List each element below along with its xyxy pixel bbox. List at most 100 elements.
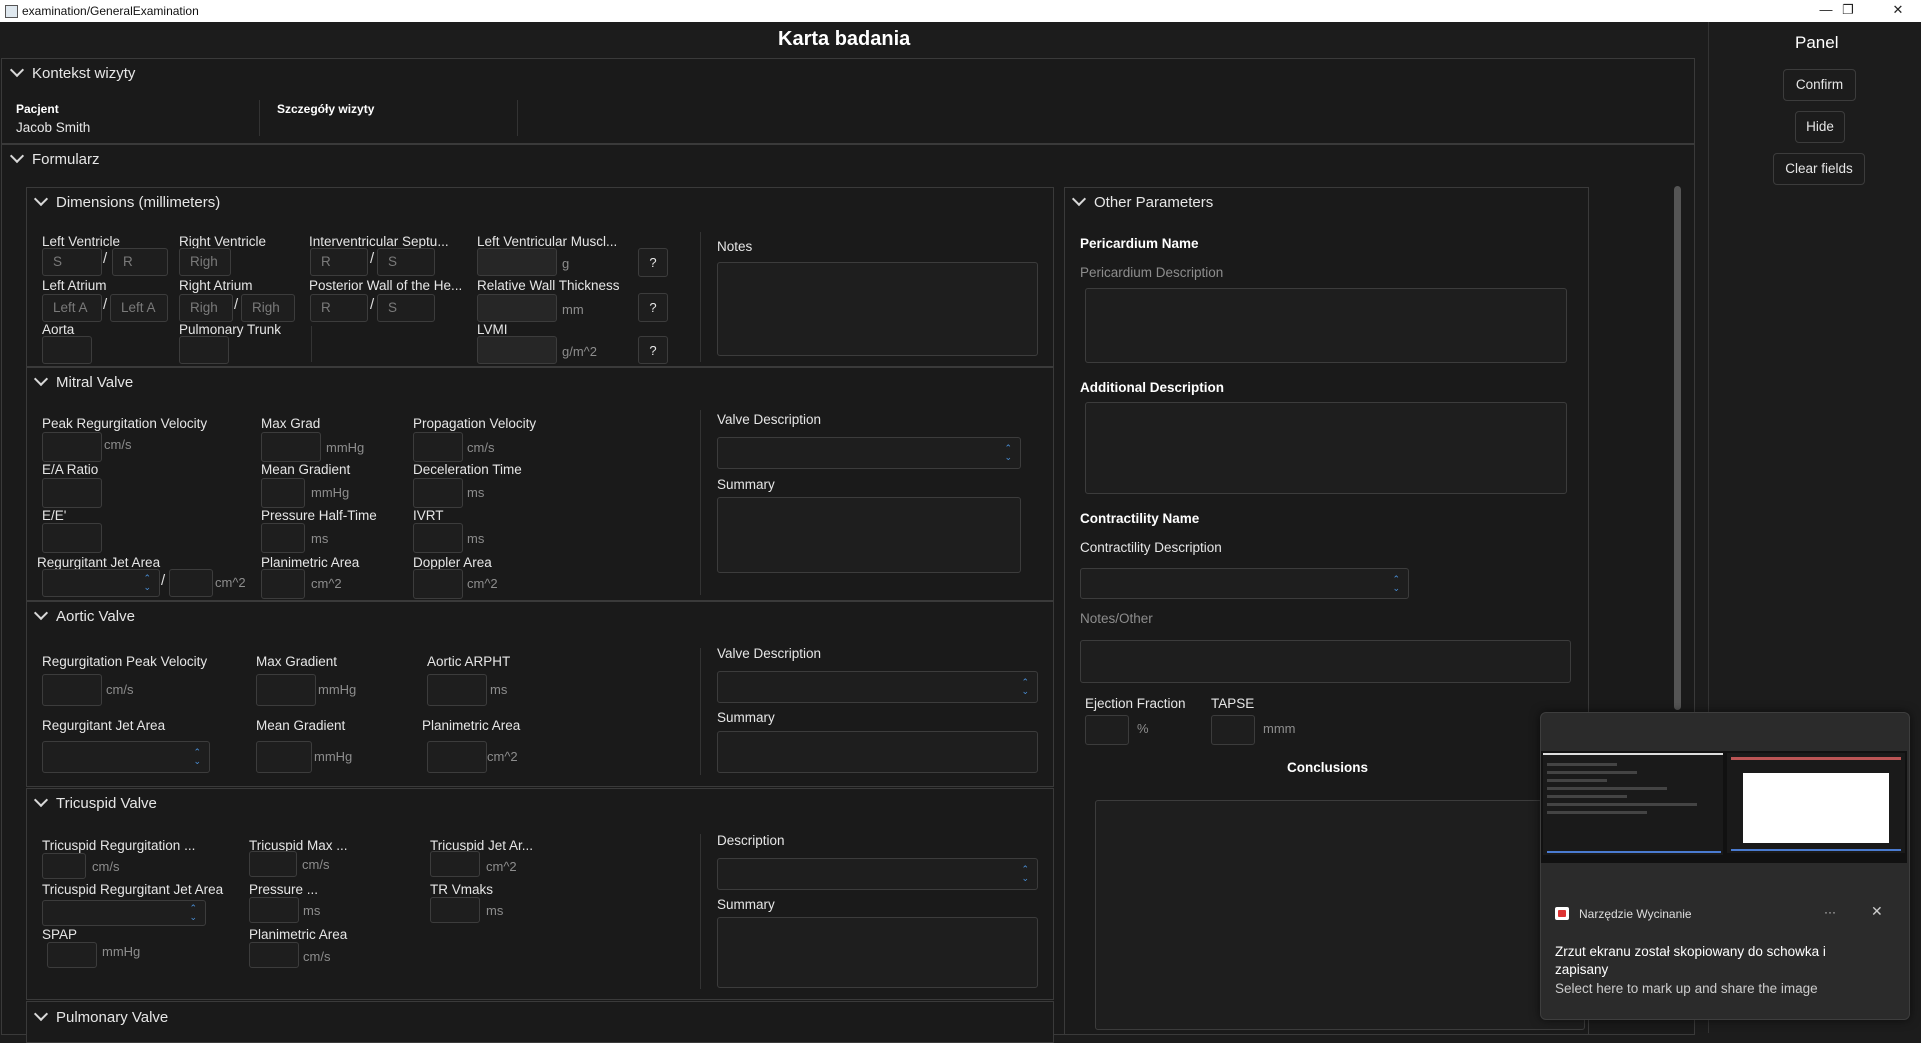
max-grad-input[interactable] (261, 432, 321, 462)
aortic-max-grad-input[interactable] (256, 674, 316, 706)
pht-input[interactable] (261, 523, 305, 553)
mitral-summary-textarea[interactable] (717, 497, 1021, 573)
pericardium-desc-textarea[interactable] (1085, 288, 1567, 363)
tricuspid-plan-unit: cm/s (303, 949, 331, 964)
lvmi-input[interactable] (477, 336, 557, 364)
mitral-header[interactable]: Mitral Valve (33, 371, 133, 391)
snipping-tool-notification[interactable]: Narzędzie Wycinanie ··· ✕ Zrzut ekranu z… (1540, 712, 1910, 1020)
close-icon[interactable]: ✕ (1871, 903, 1883, 920)
spin-icon: ⌃ ⌄ (1021, 864, 1029, 883)
plan-unit: cm^2 (311, 576, 342, 591)
pulmonary-header[interactable]: Pulmonary Valve (33, 1006, 168, 1026)
separator: / (370, 296, 375, 313)
dimensions-header[interactable]: Dimensions (millimeters) (33, 191, 220, 211)
decel-input[interactable] (413, 478, 463, 508)
notes-textarea[interactable] (717, 262, 1038, 356)
lv-mass-label: Left Ventricular Muscl... (477, 234, 618, 249)
spin-icon: ⌃ ⌄ (1004, 443, 1012, 462)
tricuspid-plan-input[interactable] (249, 942, 299, 968)
ivs-s-input[interactable]: S (377, 248, 435, 276)
patient-name: Jacob Smith (16, 120, 91, 135)
rwt-input[interactable] (477, 294, 557, 322)
ef-input[interactable] (1085, 715, 1129, 745)
toast-message: Zrzut ekranu został skopiowany do schowk… (1555, 944, 1826, 977)
close-window-icon[interactable]: ✕ (1875, 0, 1921, 22)
spap-input[interactable] (47, 942, 97, 968)
spap-label: SPAP (42, 927, 78, 942)
rja-value-input[interactable] (169, 569, 213, 597)
prv-label: Peak Regurgitation Velocity (42, 416, 208, 431)
ee-input[interactable] (42, 523, 102, 553)
prop-vel-label: Propagation Velocity (413, 416, 537, 431)
ra-a-input[interactable]: Righ (179, 294, 233, 322)
mitral-valve-desc-combo[interactable]: ⌃ ⌄ (717, 437, 1021, 469)
chevron-down-icon (9, 62, 25, 78)
spin-icon: ⌃ ⌄ (193, 747, 201, 766)
ea-input[interactable] (42, 478, 102, 508)
lv-r-input[interactable]: R (112, 248, 168, 276)
mean-grad-label: Mean Gradient (261, 462, 351, 477)
aortic-summary-label: Summary (717, 710, 775, 725)
vmaks-input[interactable] (430, 897, 480, 923)
rpv-input[interactable] (42, 674, 102, 706)
aortic-valve-desc-label: Valve Description (717, 646, 822, 661)
rv-input[interactable]: Righ (179, 248, 231, 276)
more-options-icon[interactable]: ··· (1824, 905, 1836, 919)
additional-desc-textarea[interactable] (1085, 402, 1567, 494)
aorta-input[interactable] (42, 336, 92, 364)
aortic-header[interactable]: Aortic Valve (33, 605, 135, 625)
aortic-plan-input[interactable] (427, 741, 487, 773)
tja-input[interactable] (430, 851, 480, 877)
pw-s-input[interactable]: S (377, 294, 435, 322)
trja-combo[interactable]: ⌃ ⌄ (42, 900, 206, 926)
window-titlebar: examination/GeneralExamination — ❐ ✕ (0, 0, 1921, 22)
la-b-input[interactable]: Left A (110, 294, 168, 322)
spin-icon: ⌃ ⌄ (1392, 574, 1400, 593)
pw-r-input[interactable]: R (310, 294, 368, 322)
contractility-desc-combo[interactable]: ⌃ ⌄ (1080, 568, 1409, 599)
confirm-button[interactable]: Confirm (1783, 69, 1856, 101)
screenshot-thumbnail[interactable] (1541, 751, 1907, 863)
doppler-input[interactable] (413, 569, 463, 599)
aortic-mean-grad-input[interactable] (256, 741, 312, 773)
clear-fields-button[interactable]: Clear fields (1773, 153, 1865, 185)
form-header[interactable]: Formularz (9, 148, 100, 168)
other-params-header[interactable]: Other Parameters (1071, 191, 1213, 211)
prop-vel-input[interactable] (413, 432, 463, 462)
plan-input[interactable] (261, 569, 305, 599)
lv-mass-input[interactable] (477, 248, 557, 276)
ivrt-input[interactable] (413, 523, 463, 553)
restore-icon[interactable]: ❐ (1825, 0, 1871, 22)
tmax-input[interactable] (249, 851, 297, 877)
form-title: Formularz (32, 151, 100, 168)
lv-mass-help-button[interactable]: ? (638, 248, 668, 277)
trv-input[interactable] (42, 853, 86, 879)
rwt-help-button[interactable]: ? (638, 293, 668, 322)
chevron-down-icon (33, 191, 49, 207)
tricuspid-header[interactable]: Tricuspid Valve (33, 792, 157, 812)
tricuspid-desc-combo[interactable]: ⌃ ⌄ (717, 858, 1038, 890)
hide-button[interactable]: Hide (1795, 111, 1845, 143)
aortic-summary-textarea[interactable] (717, 731, 1038, 773)
scrollbar-thumb[interactable] (1674, 186, 1681, 710)
la-a-input[interactable]: Left A (42, 294, 102, 322)
pressure-input[interactable] (249, 897, 299, 923)
aortic-valve-desc-combo[interactable]: ⌃ ⌄ (717, 671, 1038, 703)
notes-other-textarea[interactable] (1080, 640, 1571, 683)
max-grad-label: Max Grad (261, 416, 321, 431)
trja-label: Tricuspid Regurgitant Jet Area (42, 882, 224, 897)
lvmi-help-button[interactable]: ? (638, 336, 668, 364)
mean-grad-input[interactable] (261, 478, 305, 508)
ra-b-input[interactable]: Righ (241, 294, 295, 322)
arpht-input[interactable] (427, 674, 487, 706)
rja-combo[interactable]: ⌃ ⌄ (42, 569, 160, 597)
ivs-r-input[interactable]: R (310, 248, 368, 276)
aortic-rja-combo[interactable]: ⌃ ⌄ (42, 741, 210, 773)
tricuspid-summary-textarea[interactable] (717, 917, 1038, 988)
lv-s-input[interactable]: S (42, 248, 102, 276)
conclusions-textarea[interactable] (1095, 800, 1585, 1030)
prv-input[interactable] (42, 432, 102, 462)
tapse-input[interactable] (1211, 715, 1255, 745)
context-header[interactable]: Kontekst wizyty (9, 62, 135, 82)
pulmonary-trunk-input[interactable] (179, 336, 229, 364)
